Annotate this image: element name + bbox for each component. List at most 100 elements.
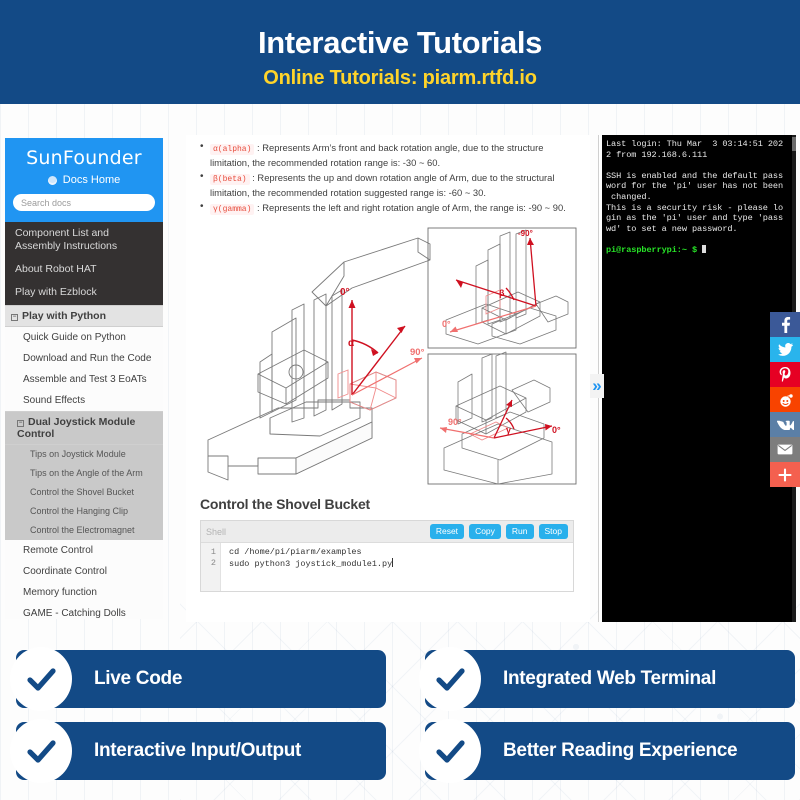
twitter-icon[interactable] <box>770 337 800 362</box>
sidebar-item-component-list-and-assembly-instructions[interactable]: Component List and Assembly Instructions <box>5 222 163 259</box>
diagram-label-zero-beta: 0° <box>442 319 451 329</box>
sidebar-nav-list: Component List and Assembly Instructions… <box>5 222 163 619</box>
doc-content-panel: α(alpha) : Represents Arm’s front and ba… <box>186 135 590 622</box>
parameter-bullet-list: α(alpha) : Represents Arm’s front and ba… <box>198 140 576 216</box>
collapse-toggle-icon[interactable]: − <box>11 313 18 321</box>
home-icon <box>47 175 57 185</box>
check-icon <box>10 719 72 783</box>
sidebar-item-sound-effects[interactable]: Sound Effects <box>5 389 163 411</box>
page-root: Interactive Tutorials Online Tutorials: … <box>0 0 800 800</box>
sidebar-item-label: Memory function <box>23 586 97 598</box>
sidebar-item-control-the-hanging-clip[interactable]: Control the Hanging Clip <box>5 501 163 521</box>
run-button[interactable]: Run <box>505 524 534 539</box>
copy-button[interactable]: Copy <box>469 524 501 539</box>
sidebar-item-label: About Robot HAT <box>15 263 97 276</box>
sidebar-item-game-catching-dolls[interactable]: GAME - Catching Dolls <box>5 602 163 619</box>
sidebar-item-about-robot-hat[interactable]: About Robot HAT <box>5 258 163 282</box>
parameter-code-literal: β(beta) <box>210 174 250 186</box>
code-text[interactable]: cd /home/pi/piarm/examples sudo python3 j… <box>221 543 394 591</box>
sidebar-item-dual-joystick-module-control[interactable]: − Dual Joystick Module Control <box>5 410 163 445</box>
check-icon <box>10 647 72 711</box>
terminal-output: Last login: Thu Mar 3 03:14:51 202 2 fro… <box>606 139 783 255</box>
parameter-code-literal: α(alpha) <box>210 144 255 155</box>
diagram-label-beta: β <box>499 288 505 298</box>
feature-box-web-terminal: Integrated Web Terminal <box>419 647 795 711</box>
pinterest-icon[interactable] <box>770 362 800 387</box>
docs-home-label: Docs Home <box>62 174 121 186</box>
sidebar-item-play-with-python[interactable]: − Play with Python <box>5 304 163 327</box>
code-line-number: 2 <box>210 558 216 569</box>
sidebar-item-label: Coordinate Control <box>23 565 107 577</box>
feature-box-interactive-io: Interactive Input/Output <box>10 719 386 783</box>
web-terminal[interactable]: Last login: Thu Mar 3 03:14:51 202 2 fro… <box>602 135 793 622</box>
sidebar-item-label: Sound Effects <box>23 394 86 406</box>
sidebar-item-control-the-shovel-bucket[interactable]: Control the Shovel Bucket <box>5 482 163 502</box>
robot-arm-diagram: 0° α 90° β -90° 0° γ 0° 90° <box>200 222 580 493</box>
search-input[interactable]: Search docs <box>13 194 155 211</box>
sidebar-item-label: Control the Hanging Clip <box>30 506 129 516</box>
terminal-cursor <box>702 244 707 253</box>
sidebar-item-label: Remote Control <box>23 544 94 556</box>
sidebar-item-quick-guide-on-python[interactable]: Quick Guide on Python <box>5 326 163 348</box>
feature-callouts: Live Code Interactive Input/Output Integ… <box>0 640 800 800</box>
sidebar-item-memory-function[interactable]: Memory function <box>5 581 163 603</box>
sidebar-item-tips-on-the-angle-of-the-arm[interactable]: Tips on the Angle of the Arm <box>5 463 163 483</box>
reset-button[interactable]: Reset <box>429 524 465 539</box>
facebook-icon[interactable] <box>770 312 800 337</box>
collapse-toggle-icon[interactable]: − <box>17 419 24 427</box>
banner-subtitle: Online Tutorials: piarm.rtfd.io <box>263 66 537 89</box>
robot-arm-svg: 0° α 90° β -90° 0° γ 0° 90° <box>200 222 580 491</box>
diagram-label-zero-main: 0° <box>340 287 350 298</box>
check-icon <box>419 719 481 783</box>
diagram-label-alpha: α <box>348 338 355 349</box>
sidebar-item-coordinate-control[interactable]: Coordinate Control <box>5 560 163 582</box>
sidebar-item-label: Control the Electromagnet <box>30 525 135 535</box>
diagram-label-ninety-gamma: 90° <box>448 417 462 427</box>
diagram-label-gamma: γ <box>506 425 511 435</box>
sidebar-item-download-and-run-the-code[interactable]: Download and Run the Code <box>5 347 163 369</box>
check-icon <box>419 647 481 711</box>
text-caret <box>392 558 394 568</box>
banner-title: Interactive Tutorials <box>258 25 542 60</box>
page-banner: Interactive Tutorials Online Tutorials: … <box>0 0 800 104</box>
parameter-description: : Represents the left and right rotation… <box>254 202 566 214</box>
code-widget-toolbar: Shell Reset Copy Run Stop <box>201 521 573 544</box>
sidebar-item-remote-control[interactable]: Remote Control <box>5 539 163 561</box>
sidebar-item-label: Play with Ezblock <box>15 286 97 299</box>
more-icon[interactable] <box>770 462 800 487</box>
stop-button[interactable]: Stop <box>538 524 568 539</box>
sidebar-item-label: Download and Run the Code <box>23 352 152 364</box>
sidebar-item-control-the-electromagnet[interactable]: Control the Electromagnet <box>5 520 163 540</box>
feature-label: Interactive Input/Output <box>94 740 302 761</box>
code-line-numbers: 12 <box>201 543 221 592</box>
code-line: sudo python3 joystick_module1.py <box>229 558 394 570</box>
panel-collapse-toggle[interactable]: » <box>590 374 604 398</box>
sidebar-docs-home[interactable]: Docs Home <box>5 174 163 186</box>
feature-box-live-code: Live Code <box>10 647 386 711</box>
diagram-label-neg90-beta: -90° <box>518 229 533 238</box>
reddit-icon[interactable] <box>770 387 800 412</box>
sidebar-item-label: Component List and Assembly Instructions <box>15 227 118 253</box>
terminal-prompt: pi@raspberrypi:~ $ <box>606 244 703 255</box>
diagram-label-zero-gamma: 0° <box>552 425 561 435</box>
code-line-number: 1 <box>210 547 216 558</box>
code-editor[interactable]: 12 cd /home/pi/piarm/examples sudo python… <box>201 543 573 592</box>
sidebar-item-label: Tips on the Angle of the Arm <box>30 468 143 478</box>
vk-icon[interactable] <box>770 412 800 437</box>
code-language-label: Shell <box>206 526 227 537</box>
parameter-code-literal: γ(gamma) <box>210 204 255 216</box>
feature-label: Live Code <box>94 668 183 689</box>
sunfounder-logo: SunFounder <box>26 147 142 169</box>
sidebar-item-label: Quick Guide on Python <box>23 331 126 343</box>
sidebar-item-assemble-and-test-3-eoats[interactable]: Assemble and Test 3 EoATs <box>5 368 163 390</box>
feature-box-reading-experience: Better Reading Experience <box>419 719 795 783</box>
sidebar-item-label: Tips on Joystick Module <box>30 449 126 459</box>
sidebar-item-tips-on-joystick-module[interactable]: Tips on Joystick Module <box>5 444 163 464</box>
parameter-bullet: α(alpha) : Represents Arm’s front and ba… <box>198 140 576 169</box>
parameter-bullet: γ(gamma) : Represents the left and right… <box>198 200 576 216</box>
sidebar-item-label: Dual Joystick Module Control <box>17 415 136 440</box>
parameter-description: : Represents the up and down rotation an… <box>210 172 555 198</box>
sidebar-item-play-with-ezblock[interactable]: Play with Ezblock <box>5 281 163 305</box>
section-heading: Control the Shovel Bucket <box>200 496 371 513</box>
email-icon[interactable] <box>770 437 800 462</box>
